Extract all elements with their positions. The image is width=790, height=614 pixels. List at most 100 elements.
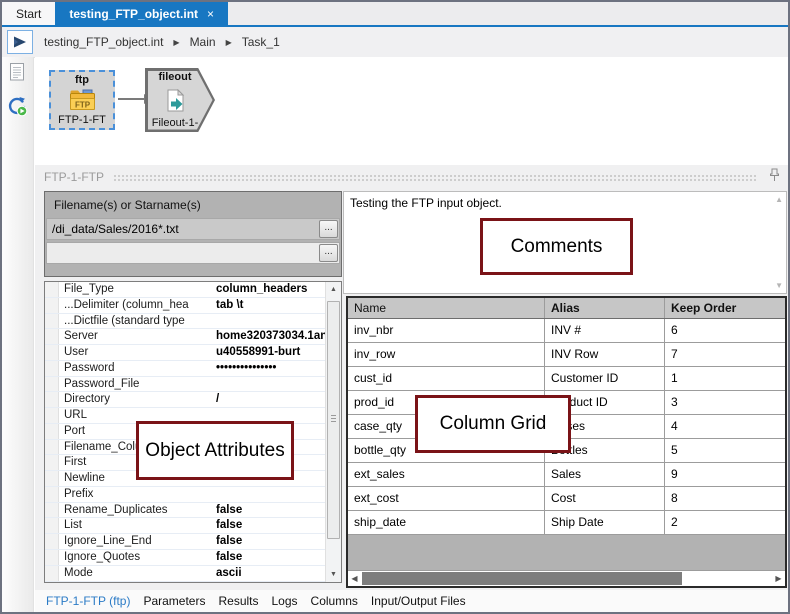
filename-row[interactable]: ...	[46, 242, 340, 264]
attribute-value[interactable]: false	[216, 534, 325, 549]
vertical-scrollbar[interactable]: ▲ ▼	[325, 282, 341, 582]
attribute-row[interactable]: Rename_Duplicates false	[45, 502, 325, 519]
cell-keep-order[interactable]: 6	[665, 319, 785, 342]
cell-keep-order[interactable]: 8	[665, 487, 785, 510]
scroll-right-icon[interactable]: ▶	[772, 571, 785, 586]
thumb-grip	[331, 415, 336, 424]
browse-button[interactable]: ...	[319, 220, 338, 238]
scrollbar-thumb[interactable]	[362, 572, 682, 585]
cell-keep-order[interactable]: 9	[665, 463, 785, 486]
bottom-tab-results[interactable]: Results	[218, 594, 258, 608]
attribute-row[interactable]: User u40558991-burt	[45, 345, 325, 361]
cell-name[interactable]: ext_cost	[348, 487, 545, 510]
scroll-up-icon[interactable]: ▲	[326, 282, 341, 297]
run-button[interactable]	[7, 30, 33, 54]
header-cell-alias[interactable]: Alias	[545, 298, 665, 318]
tab-testing-ftp-object[interactable]: testing_FTP_object.int ×	[55, 2, 229, 25]
attribute-value[interactable]	[216, 487, 325, 502]
cell-alias[interactable]: Customer ID	[545, 367, 665, 390]
node-instance-label: FTP-1-FT	[58, 114, 106, 126]
attribute-value[interactable]: home320373034.1and1-	[216, 329, 325, 344]
attribute-label: Rename_Duplicates	[64, 503, 168, 516]
breadcrumb-item-main[interactable]: Main	[190, 35, 216, 49]
scroll-down-icon[interactable]: ▼	[775, 281, 783, 290]
close-icon[interactable]: ×	[207, 8, 214, 20]
attribute-value[interactable]: false	[216, 503, 325, 518]
filename-value[interactable]: /di_data/Sales/2016*.txt	[52, 222, 179, 236]
attribute-value[interactable]: •••••••••••••••	[216, 361, 325, 376]
flow-canvas[interactable]: ftp FTP FTP-1-FT fileout Fileout-1-	[35, 57, 788, 165]
row-gutter	[45, 502, 59, 518]
cell-alias[interactable]: Cost	[545, 487, 665, 510]
cell-keep-order[interactable]: 4	[665, 415, 785, 438]
table-row[interactable]: inv_nbr INV #6	[348, 319, 785, 343]
attribute-value[interactable]: tab \t	[216, 298, 325, 313]
cell-alias[interactable]: Ship Date	[545, 511, 665, 534]
attribute-value[interactable]: ascii	[216, 566, 325, 581]
refresh-button[interactable]	[7, 96, 28, 122]
attribute-row[interactable]: Password_File	[45, 376, 325, 393]
cell-keep-order[interactable]: 2	[665, 511, 785, 534]
cell-name[interactable]: ext_sales	[348, 463, 545, 486]
scrollbar-thumb[interactable]	[327, 301, 340, 539]
table-row[interactable]: cust_id Customer ID 1	[348, 367, 785, 391]
bottom-tab-parameters[interactable]: Parameters	[143, 594, 205, 608]
table-row[interactable]: ext_sales Sales 9	[348, 463, 785, 487]
attribute-row[interactable]: Server home320373034.1and1-	[45, 329, 325, 346]
bottom-tab-logs[interactable]: Logs	[272, 594, 298, 608]
node-fileout[interactable]: fileout Fileout-1-	[145, 68, 215, 132]
bottom-tab-input-output-files[interactable]: Input/Output Files	[371, 594, 466, 608]
attribute-row[interactable]: List false	[45, 518, 325, 535]
bottom-tab-columns[interactable]: Columns	[311, 594, 358, 608]
cell-keep-order[interactable]: 3	[665, 391, 785, 414]
attribute-value[interactable]: u40558991-burt	[216, 345, 325, 360]
cell-name[interactable]: cust_id	[348, 367, 545, 390]
attribute-row[interactable]: Prefix	[45, 486, 325, 503]
row-gutter	[45, 408, 59, 423]
scroll-left-icon[interactable]: ◀	[348, 571, 361, 586]
attribute-row[interactable]: File_Type column_headers	[45, 282, 325, 298]
attribute-row[interactable]: Ignore_Quotes false	[45, 550, 325, 566]
scroll-up-icon[interactable]: ▲	[775, 195, 783, 204]
cell-name[interactable]: inv_row	[348, 343, 545, 366]
attribute-value[interactable]: false	[216, 518, 325, 533]
cell-keep-order[interactable]: 5	[665, 439, 785, 462]
table-row[interactable]: ship_date Ship Date 2	[348, 511, 785, 535]
attribute-row[interactable]: Directory /	[45, 392, 325, 409]
attribute-row[interactable]: Mode ascii	[45, 565, 325, 582]
browse-button[interactable]: ...	[319, 244, 338, 262]
breadcrumb-item-task[interactable]: Task_1	[242, 35, 280, 49]
cell-alias[interactable]: INV #	[545, 319, 665, 342]
header-cell-name[interactable]: Name	[348, 298, 545, 318]
cell-alias[interactable]: INV Row	[545, 343, 665, 366]
node-ftp[interactable]: ftp FTP FTP-1-FT	[49, 70, 115, 130]
attribute-row[interactable]: ...Dictfile (standard type	[45, 313, 325, 330]
breadcrumb-item-file[interactable]: testing_FTP_object.int	[44, 35, 163, 49]
bottom-tab-ftp[interactable]: FTP-1-FTP (ftp)	[46, 594, 130, 608]
scroll-down-icon[interactable]: ▼	[326, 567, 341, 582]
attribute-value[interactable]	[216, 314, 325, 329]
attribute-value[interactable]	[216, 377, 325, 392]
cell-name[interactable]: inv_nbr	[348, 319, 545, 342]
attribute-row[interactable]: Password •••••••••••••••	[45, 360, 325, 377]
horizontal-scrollbar[interactable]: ◀ ▶	[348, 570, 785, 586]
table-row[interactable]: ext_cost Cost 8	[348, 487, 785, 511]
table-header: Name Alias Keep Order	[348, 298, 785, 319]
attribute-row[interactable]: ...Delimiter (column_hea tab \t	[45, 297, 325, 314]
cell-alias[interactable]: Sales	[545, 463, 665, 486]
attribute-value[interactable]: column_headers	[216, 282, 325, 297]
attribute-row[interactable]: Ignore_Line_End false	[45, 534, 325, 551]
header-cell-keep-order[interactable]: Keep Order	[665, 298, 785, 318]
cell-keep-order[interactable]: 7	[665, 343, 785, 366]
attribute-value[interactable]: false	[216, 550, 325, 565]
node-type-label: ftp	[74, 74, 90, 86]
filename-row[interactable]: /di_data/Sales/2016*.txt ...	[46, 218, 340, 240]
tab-start[interactable]: Start	[2, 2, 56, 25]
attribute-value[interactable]: /	[216, 392, 325, 407]
fileout-icon	[167, 88, 184, 111]
cell-keep-order[interactable]: 1	[665, 367, 785, 390]
notes-button[interactable]	[9, 62, 26, 87]
cell-name[interactable]: ship_date	[348, 511, 545, 534]
pin-button[interactable]	[769, 168, 780, 187]
table-row[interactable]: inv_row INV Row 7	[348, 343, 785, 367]
